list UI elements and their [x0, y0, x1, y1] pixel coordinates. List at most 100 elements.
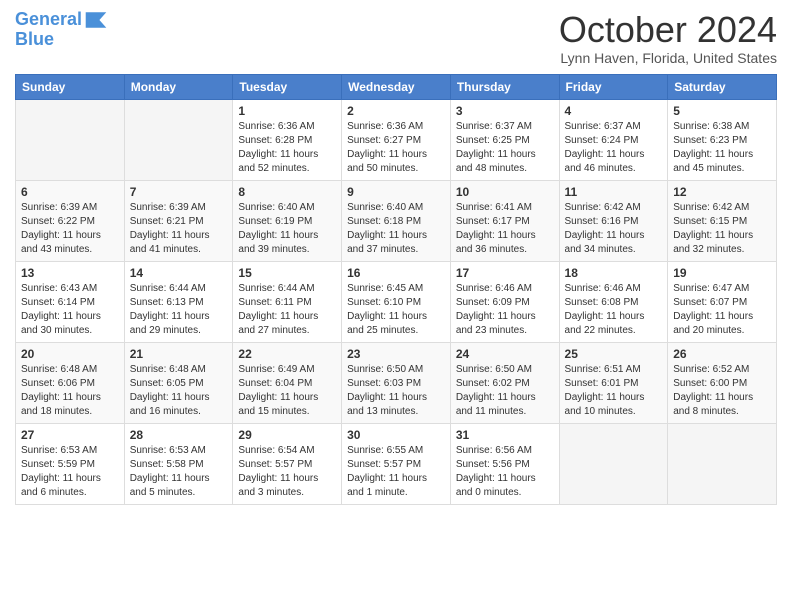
day-number: 1: [238, 104, 336, 118]
day-number: 26: [673, 347, 771, 361]
sunset-text: Sunset: 6:04 PM: [238, 378, 312, 389]
day-cell: 7 Sunrise: 6:39 AM Sunset: 6:21 PM Dayli…: [124, 180, 233, 261]
day-number: 5: [673, 104, 771, 118]
day-cell: 26 Sunrise: 6:52 AM Sunset: 6:00 PM Dayl…: [668, 342, 777, 423]
sunset-text: Sunset: 6:24 PM: [565, 135, 639, 146]
week-row: 1 Sunrise: 6:36 AM Sunset: 6:28 PM Dayli…: [16, 99, 777, 180]
sunrise-text: Sunrise: 6:42 AM: [565, 202, 641, 213]
day-info: Sunrise: 6:53 AM Sunset: 5:58 PM Dayligh…: [130, 444, 228, 500]
day-cell: 4 Sunrise: 6:37 AM Sunset: 6:24 PM Dayli…: [559, 99, 668, 180]
sunset-text: Sunset: 5:57 PM: [347, 459, 421, 470]
day-number: 10: [456, 185, 554, 199]
daylight-text: Daylight: 11 hours and 10 minutes.: [565, 392, 645, 417]
day-info: Sunrise: 6:50 AM Sunset: 6:03 PM Dayligh…: [347, 363, 445, 419]
daylight-text: Daylight: 11 hours and 13 minutes.: [347, 392, 427, 417]
page: General Blue October 2024 Lynn Haven, Fl…: [0, 0, 792, 612]
sunset-text: Sunset: 6:23 PM: [673, 135, 747, 146]
daylight-text: Daylight: 11 hours and 36 minutes.: [456, 230, 536, 255]
day-cell: 18 Sunrise: 6:46 AM Sunset: 6:08 PM Dayl…: [559, 261, 668, 342]
day-number: 9: [347, 185, 445, 199]
sunrise-text: Sunrise: 6:49 AM: [238, 364, 314, 375]
day-info: Sunrise: 6:51 AM Sunset: 6:01 PM Dayligh…: [565, 363, 663, 419]
day-info: Sunrise: 6:44 AM Sunset: 6:13 PM Dayligh…: [130, 282, 228, 338]
day-cell: 24 Sunrise: 6:50 AM Sunset: 6:02 PM Dayl…: [450, 342, 559, 423]
day-info: Sunrise: 6:40 AM Sunset: 6:19 PM Dayligh…: [238, 201, 336, 257]
day-info: Sunrise: 6:56 AM Sunset: 5:56 PM Dayligh…: [456, 444, 554, 500]
sunset-text: Sunset: 6:08 PM: [565, 297, 639, 308]
day-number: 25: [565, 347, 663, 361]
daylight-text: Daylight: 11 hours and 29 minutes.: [130, 311, 210, 336]
day-info: Sunrise: 6:45 AM Sunset: 6:10 PM Dayligh…: [347, 282, 445, 338]
day-info: Sunrise: 6:50 AM Sunset: 6:02 PM Dayligh…: [456, 363, 554, 419]
sunrise-text: Sunrise: 6:50 AM: [456, 364, 532, 375]
daylight-text: Daylight: 11 hours and 1 minute.: [347, 473, 427, 498]
week-row: 20 Sunrise: 6:48 AM Sunset: 6:06 PM Dayl…: [16, 342, 777, 423]
day-cell: 11 Sunrise: 6:42 AM Sunset: 6:16 PM Dayl…: [559, 180, 668, 261]
daylight-text: Daylight: 11 hours and 39 minutes.: [238, 230, 318, 255]
sunrise-text: Sunrise: 6:39 AM: [130, 202, 206, 213]
day-info: Sunrise: 6:36 AM Sunset: 6:27 PM Dayligh…: [347, 120, 445, 176]
sunrise-text: Sunrise: 6:53 AM: [130, 445, 206, 456]
day-info: Sunrise: 6:53 AM Sunset: 5:59 PM Dayligh…: [21, 444, 119, 500]
day-number: 14: [130, 266, 228, 280]
daylight-text: Daylight: 11 hours and 6 minutes.: [21, 473, 101, 498]
sunrise-text: Sunrise: 6:53 AM: [21, 445, 97, 456]
sunrise-text: Sunrise: 6:41 AM: [456, 202, 532, 213]
sunset-text: Sunset: 6:28 PM: [238, 135, 312, 146]
day-number: 30: [347, 428, 445, 442]
sunrise-text: Sunrise: 6:38 AM: [673, 121, 749, 132]
day-number: 28: [130, 428, 228, 442]
day-number: 23: [347, 347, 445, 361]
day-cell: 12 Sunrise: 6:42 AM Sunset: 6:15 PM Dayl…: [668, 180, 777, 261]
sunset-text: Sunset: 6:15 PM: [673, 216, 747, 227]
daylight-text: Daylight: 11 hours and 11 minutes.: [456, 392, 536, 417]
sunset-text: Sunset: 6:16 PM: [565, 216, 639, 227]
day-cell: 23 Sunrise: 6:50 AM Sunset: 6:03 PM Dayl…: [342, 342, 451, 423]
sunset-text: Sunset: 6:14 PM: [21, 297, 95, 308]
day-info: Sunrise: 6:41 AM Sunset: 6:17 PM Dayligh…: [456, 201, 554, 257]
week-row: 13 Sunrise: 6:43 AM Sunset: 6:14 PM Dayl…: [16, 261, 777, 342]
daylight-text: Daylight: 11 hours and 43 minutes.: [21, 230, 101, 255]
sunrise-text: Sunrise: 6:47 AM: [673, 283, 749, 294]
daylight-text: Daylight: 11 hours and 46 minutes.: [565, 149, 645, 174]
daylight-text: Daylight: 11 hours and 18 minutes.: [21, 392, 101, 417]
day-number: 16: [347, 266, 445, 280]
subtitle: Lynn Haven, Florida, United States: [559, 50, 777, 66]
day-cell: 8 Sunrise: 6:40 AM Sunset: 6:19 PM Dayli…: [233, 180, 342, 261]
day-info: Sunrise: 6:46 AM Sunset: 6:09 PM Dayligh…: [456, 282, 554, 338]
daylight-text: Daylight: 11 hours and 50 minutes.: [347, 149, 427, 174]
daylight-text: Daylight: 11 hours and 0 minutes.: [456, 473, 536, 498]
sunrise-text: Sunrise: 6:52 AM: [673, 364, 749, 375]
day-cell: [16, 99, 125, 180]
daylight-text: Daylight: 11 hours and 45 minutes.: [673, 149, 753, 174]
day-number: 4: [565, 104, 663, 118]
sunset-text: Sunset: 6:17 PM: [456, 216, 530, 227]
logo-text-line2: Blue: [15, 30, 108, 50]
day-number: 19: [673, 266, 771, 280]
sunrise-text: Sunrise: 6:43 AM: [21, 283, 97, 294]
sunset-text: Sunset: 6:11 PM: [238, 297, 311, 308]
main-title: October 2024: [559, 10, 777, 50]
day-cell: [559, 423, 668, 504]
day-cell: 14 Sunrise: 6:44 AM Sunset: 6:13 PM Dayl…: [124, 261, 233, 342]
header-cell-friday: Friday: [559, 74, 668, 99]
daylight-text: Daylight: 11 hours and 23 minutes.: [456, 311, 536, 336]
day-number: 8: [238, 185, 336, 199]
daylight-text: Daylight: 11 hours and 34 minutes.: [565, 230, 645, 255]
day-cell: 3 Sunrise: 6:37 AM Sunset: 6:25 PM Dayli…: [450, 99, 559, 180]
day-info: Sunrise: 6:52 AM Sunset: 6:00 PM Dayligh…: [673, 363, 771, 419]
sunrise-text: Sunrise: 6:48 AM: [130, 364, 206, 375]
day-info: Sunrise: 6:48 AM Sunset: 6:05 PM Dayligh…: [130, 363, 228, 419]
day-number: 2: [347, 104, 445, 118]
sunset-text: Sunset: 6:22 PM: [21, 216, 95, 227]
sunset-text: Sunset: 6:19 PM: [238, 216, 312, 227]
sunrise-text: Sunrise: 6:39 AM: [21, 202, 97, 213]
day-cell: 15 Sunrise: 6:44 AM Sunset: 6:11 PM Dayl…: [233, 261, 342, 342]
day-number: 13: [21, 266, 119, 280]
day-cell: 1 Sunrise: 6:36 AM Sunset: 6:28 PM Dayli…: [233, 99, 342, 180]
sunset-text: Sunset: 6:00 PM: [673, 378, 747, 389]
day-info: Sunrise: 6:40 AM Sunset: 6:18 PM Dayligh…: [347, 201, 445, 257]
day-cell: 30 Sunrise: 6:55 AM Sunset: 5:57 PM Dayl…: [342, 423, 451, 504]
header-row: SundayMondayTuesdayWednesdayThursdayFrid…: [16, 74, 777, 99]
day-number: 12: [673, 185, 771, 199]
